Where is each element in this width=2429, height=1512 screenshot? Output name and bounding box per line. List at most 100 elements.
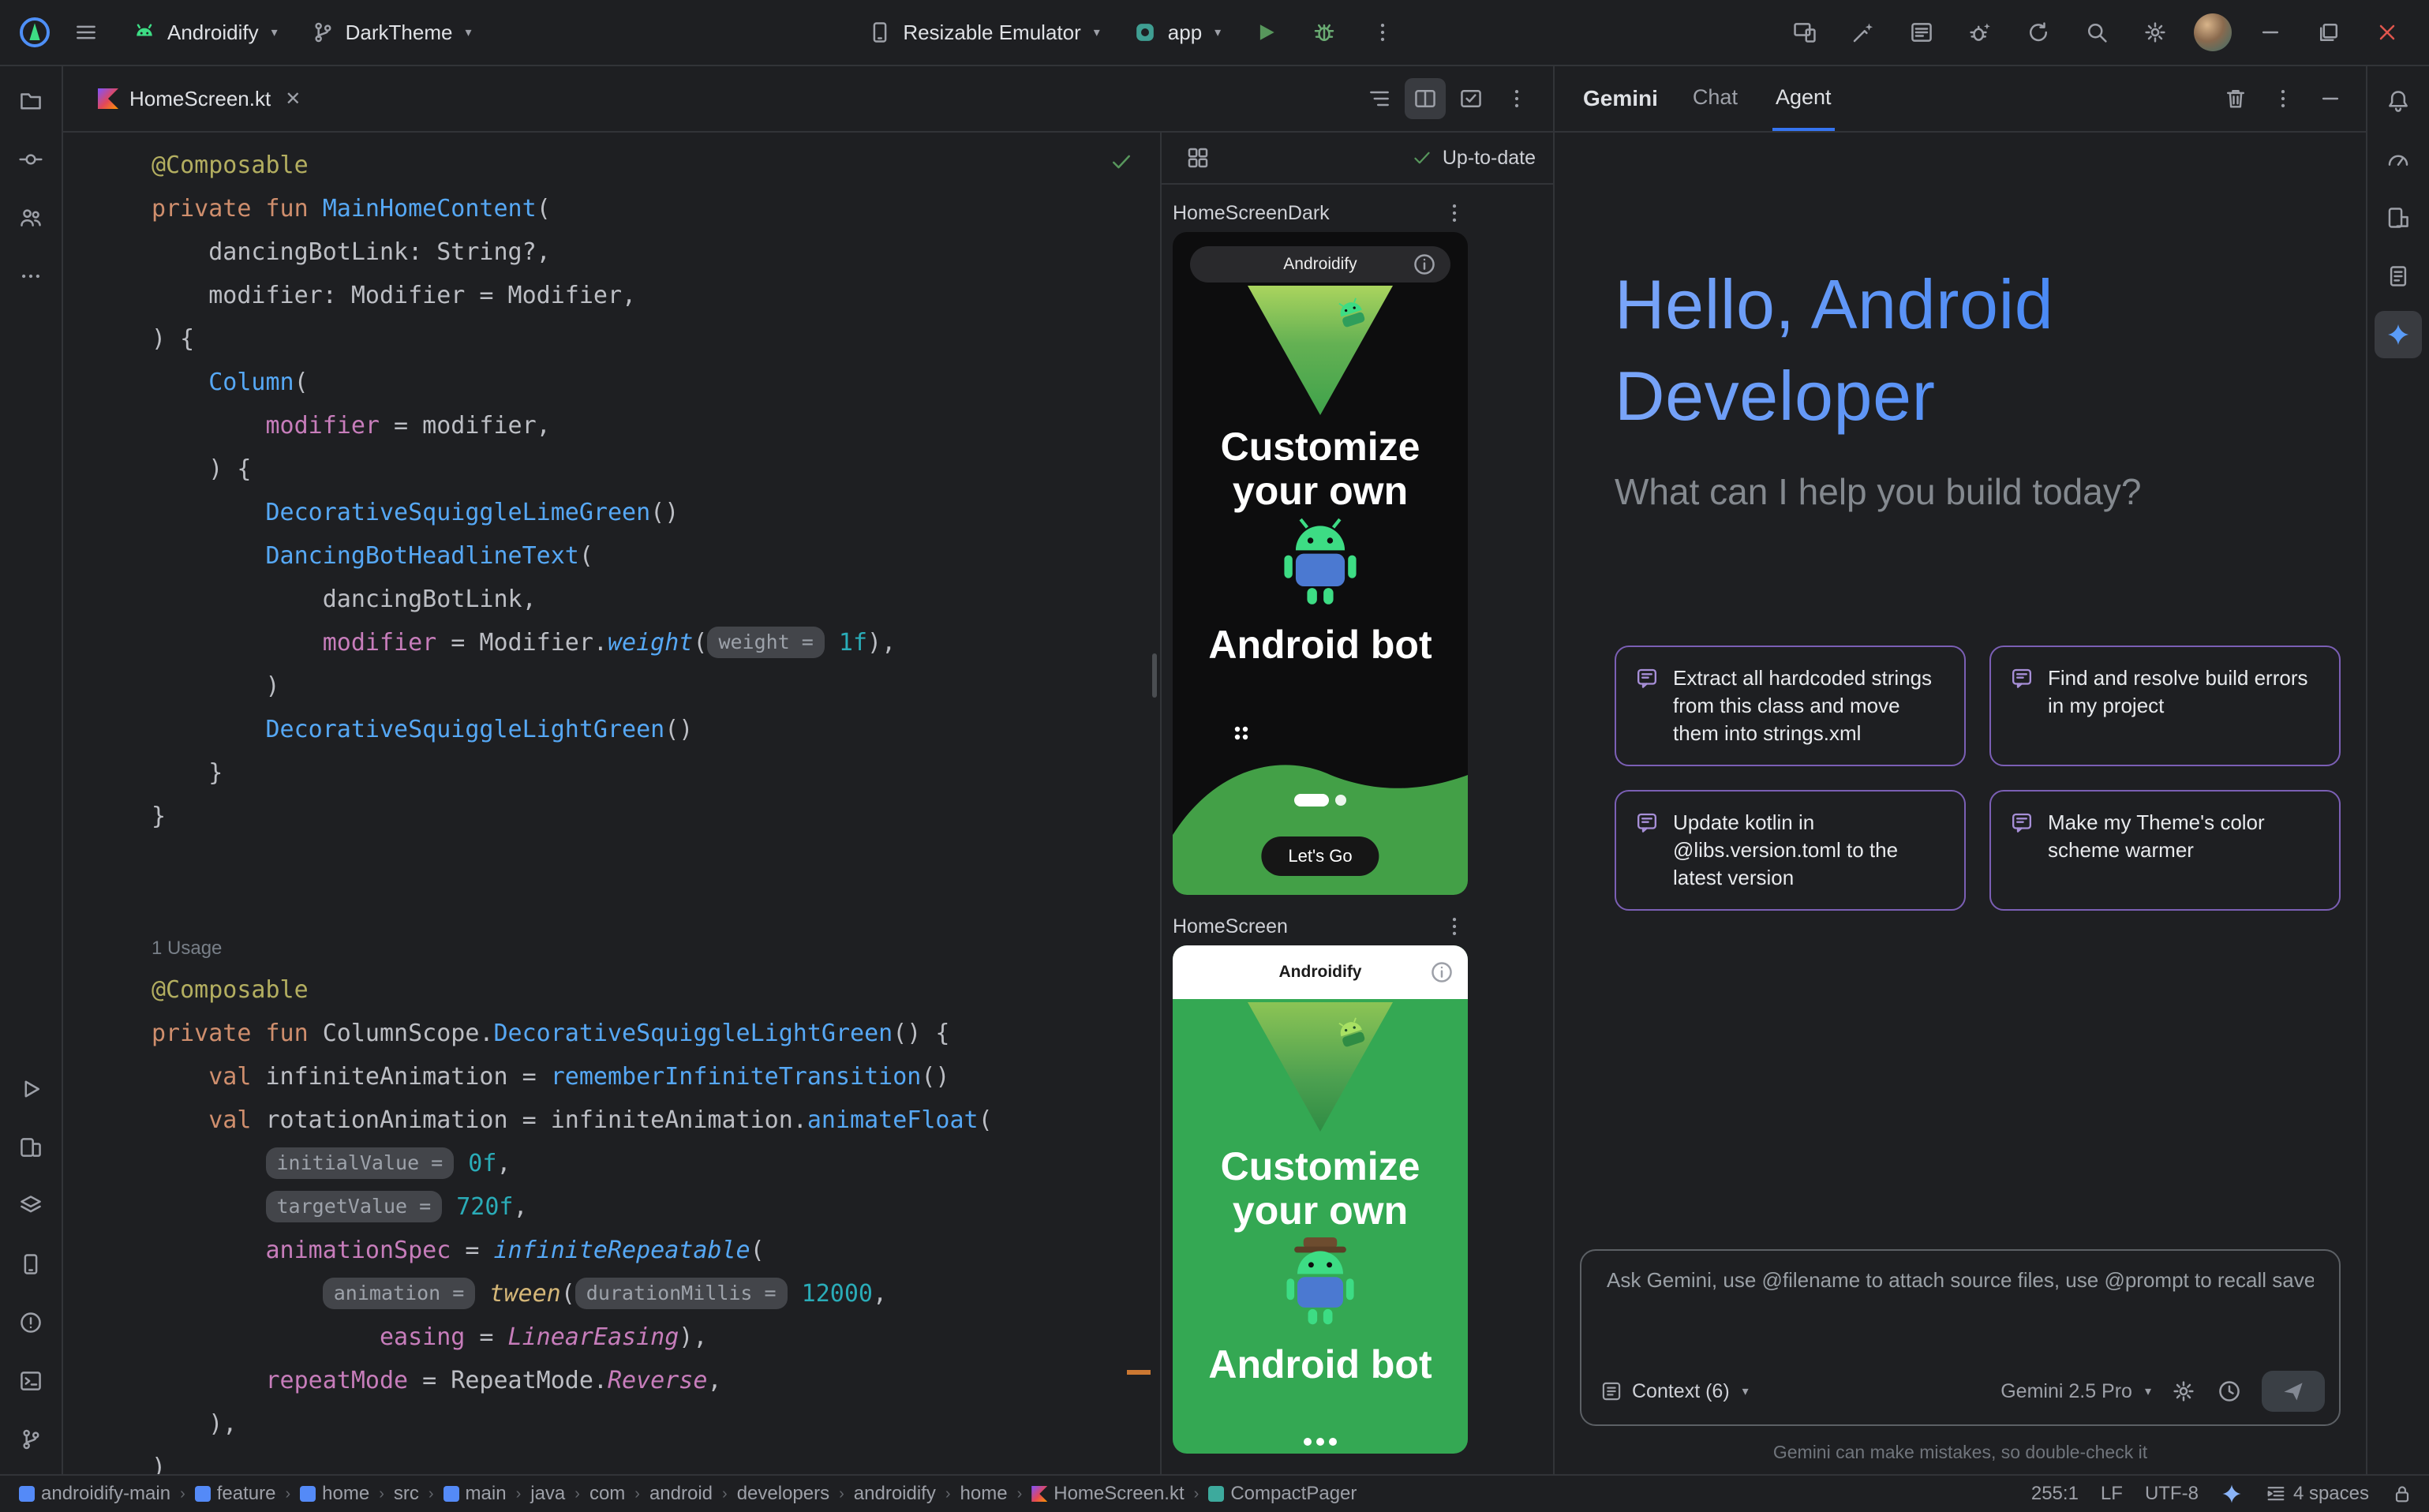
code-line[interactable]: } (152, 795, 1160, 838)
tab-homescreen-kt[interactable]: HomeScreen.kt ✕ (85, 66, 313, 131)
code-line[interactable]: animation = tween(durationMillis = 12000… (152, 1272, 1160, 1316)
history-icon[interactable] (2216, 1378, 2243, 1405)
search-everywhere-button[interactable] (2071, 10, 2123, 54)
code-line[interactable]: 1 Usage (152, 925, 1160, 968)
code-editor[interactable]: @Composableprivate fun MainHomeContent( … (63, 133, 1160, 1474)
more-vertical-icon[interactable] (1441, 913, 1468, 940)
preview-grid-view-button[interactable] (1177, 137, 1218, 178)
preview-homescreendark[interactable]: Androidify Customize your own (1173, 232, 1468, 895)
main-menu-button[interactable] (60, 10, 112, 54)
code-line[interactable]: val infiniteAnimation = rememberInfinite… (152, 1055, 1160, 1098)
code-line[interactable]: easing = LinearEasing), (152, 1316, 1160, 1359)
vcs-branch-selector[interactable]: DarkTheme ▾ (297, 10, 485, 54)
code-line[interactable] (152, 838, 1160, 881)
trash-icon[interactable] (2222, 85, 2249, 112)
suggestion-card[interactable]: Update kotlin in @libs.version.toml to t… (1615, 790, 1966, 911)
breadcrumb-item[interactable]: java (527, 1483, 568, 1505)
preview-homescreen[interactable]: Androidify Customize your own Android bo… (1173, 945, 1468, 1454)
breadcrumb-item[interactable]: com (586, 1483, 628, 1505)
context-selector[interactable]: Context (6) ▾ (1600, 1380, 1749, 1403)
suggestion-card[interactable]: Make my Theme's color scheme warmer (1989, 790, 2341, 911)
code-line[interactable]: animationSpec = infiniteRepeatable( (152, 1229, 1160, 1272)
ui-check-button[interactable] (1450, 78, 1491, 119)
code-line[interactable]: ) (152, 664, 1160, 708)
send-button[interactable] (2262, 1371, 2325, 1412)
device-mirroring-button[interactable] (1779, 10, 1831, 54)
tool-window-commit-button[interactable] (7, 136, 54, 183)
user-avatar[interactable] (2194, 13, 2232, 51)
tool-window-device-manager-button[interactable] (7, 1241, 54, 1288)
tool-window-project-button[interactable] (7, 77, 54, 125)
split-editor-button[interactable] (1405, 78, 1446, 119)
code-line[interactable]: ) { (152, 317, 1160, 361)
breadcrumb-item[interactable]: home (297, 1483, 372, 1505)
code-line[interactable]: DecorativeSquiggleLimeGreen() (152, 491, 1160, 534)
ai-debug-button[interactable] (1954, 10, 2006, 54)
run-button[interactable] (1240, 10, 1292, 54)
tool-window-running-devices-button[interactable] (7, 1124, 54, 1171)
code-line[interactable]: ), (152, 1402, 1160, 1446)
code-line[interactable]: DancingBotHeadlineText( (152, 534, 1160, 578)
code-line[interactable]: modifier = modifier, (152, 404, 1160, 447)
tab-agent[interactable]: Agent (1772, 66, 1835, 131)
device-selector[interactable]: Resizable Emulator ▾ (854, 10, 1112, 54)
tool-window-problems-button[interactable] (7, 1299, 54, 1346)
code-line[interactable]: ) { (152, 447, 1160, 491)
suggestion-card[interactable]: Extract all hardcoded strings from this … (1615, 646, 1966, 766)
more-vertical-icon[interactable] (2270, 85, 2296, 112)
lets-go-button[interactable]: Let's Go (1261, 836, 1379, 876)
editor-more-button[interactable] (1496, 78, 1537, 119)
code-line[interactable]: } (152, 751, 1160, 795)
tool-window-profiler-button[interactable] (2375, 136, 2422, 183)
code-line[interactable]: repeatMode = RepeatMode.Reverse, (152, 1359, 1160, 1402)
tool-window-version-control-button[interactable] (7, 1416, 54, 1463)
code-line[interactable]: @Composable (152, 968, 1160, 1012)
gemini-settings-icon[interactable] (2170, 1378, 2197, 1405)
tool-window-build-button[interactable] (7, 1182, 54, 1229)
minimize-window-button[interactable] (2244, 10, 2296, 54)
code-line[interactable]: @Composable (152, 144, 1160, 187)
ai-sparkle-icon[interactable] (2221, 1483, 2243, 1505)
code-line[interactable]: DecorativeSquiggleLightGreen() (152, 708, 1160, 751)
breadcrumb-item[interactable]: feature (192, 1483, 279, 1505)
indent-widget[interactable]: 4 spaces (2265, 1483, 2369, 1505)
tool-window-terminal-button[interactable] (7, 1357, 54, 1405)
tool-window-device-explorer-button[interactable] (2375, 194, 2422, 241)
settings-button[interactable] (2129, 10, 2181, 54)
close-window-button[interactable] (2361, 10, 2413, 54)
code-line[interactable]: dancingBotLink: String?, (152, 230, 1160, 274)
hide-panel-icon[interactable] (2317, 85, 2344, 112)
code-line[interactable]: Column( (152, 361, 1160, 404)
code-line[interactable]: private fun ColumnScope.DecorativeSquigg… (152, 1012, 1160, 1055)
code-line[interactable]: modifier: Modifier = Modifier, (152, 274, 1160, 317)
breadcrumb-item[interactable]: androidify-main (16, 1483, 174, 1505)
code-line[interactable]: modifier = Modifier.weight(weight = 1f), (152, 621, 1160, 664)
breadcrumb-item[interactable]: developers (734, 1483, 833, 1505)
model-selector[interactable]: Gemini 2.5 Pro ▾ (2000, 1380, 2151, 1403)
logcat-button[interactable] (1896, 10, 1948, 54)
gemini-input-box[interactable]: Context (6) ▾ Gemini 2.5 Pro ▾ (1580, 1249, 2341, 1426)
code-line[interactable]: val rotationAnimation = infiniteAnimatio… (152, 1098, 1160, 1142)
tab-close-icon[interactable]: ✕ (285, 88, 301, 110)
tool-window-more-tool-windows-button[interactable] (7, 253, 54, 300)
inspections-ok-icon[interactable] (1108, 148, 1135, 175)
gemini-prompt-input[interactable] (1604, 1267, 2317, 1294)
run-config-selector[interactable]: app ▾ (1119, 10, 1233, 54)
breadcrumb-item[interactable]: src (391, 1483, 422, 1505)
code-line[interactable]: dancingBotLink, (152, 578, 1160, 621)
breadcrumb-item[interactable]: androidify (851, 1483, 939, 1505)
caret-position-widget[interactable]: 255:1 (2031, 1483, 2079, 1505)
sync-project-button[interactable] (2012, 10, 2064, 54)
tab-chat[interactable]: Chat (1690, 66, 1741, 131)
maximize-window-button[interactable] (2303, 10, 2355, 54)
code-line[interactable]: private fun MainHomeContent( (152, 187, 1160, 230)
tool-window-run-button[interactable] (7, 1065, 54, 1113)
code-line[interactable]: targetValue = 720f, (152, 1185, 1160, 1229)
code-line[interactable] (152, 881, 1160, 925)
tool-window-assistant-button[interactable] (2375, 253, 2422, 300)
breadcrumb-item[interactable]: android (646, 1483, 716, 1505)
run-more-options-button[interactable] (1357, 10, 1409, 54)
breadcrumb-item[interactable]: home (957, 1483, 1011, 1505)
suggestion-card[interactable]: Find and resolve build errors in my proj… (1989, 646, 2341, 766)
editor-scrollbar-thumb[interactable] (1152, 653, 1157, 698)
